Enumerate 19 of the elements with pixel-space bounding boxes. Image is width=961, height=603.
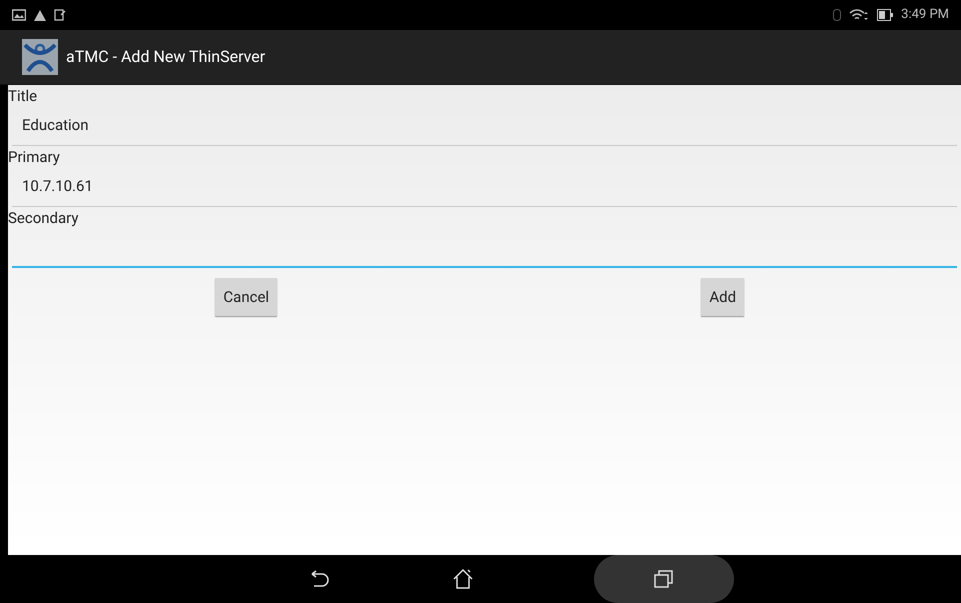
app-title: aTMC - Add New ThinServer bbox=[66, 46, 266, 68]
dialog-button[interactable]: Cancel bbox=[215, 278, 278, 316]
battery-icon bbox=[877, 9, 894, 21]
picture-icon bbox=[12, 9, 26, 21]
clock-time: 3:49 PM bbox=[901, 6, 949, 24]
app-logo-icon bbox=[22, 39, 58, 75]
recents-button[interactable] bbox=[594, 555, 734, 603]
bluetooth-icon bbox=[833, 9, 842, 21]
clipboard-icon bbox=[54, 9, 66, 21]
field-label: Title bbox=[8, 86, 38, 106]
recents-icon bbox=[654, 569, 674, 589]
warning-icon bbox=[34, 10, 46, 20]
field-label: Primary bbox=[8, 147, 60, 167]
text-field[interactable]: Education bbox=[12, 106, 957, 146]
dialog-button[interactable]: Add bbox=[701, 278, 744, 316]
home-icon[interactable] bbox=[452, 568, 474, 590]
wifi-icon bbox=[849, 8, 870, 22]
text-field[interactable]: 10.7.10.61 bbox=[12, 167, 957, 207]
field-label: Secondary bbox=[8, 208, 78, 228]
